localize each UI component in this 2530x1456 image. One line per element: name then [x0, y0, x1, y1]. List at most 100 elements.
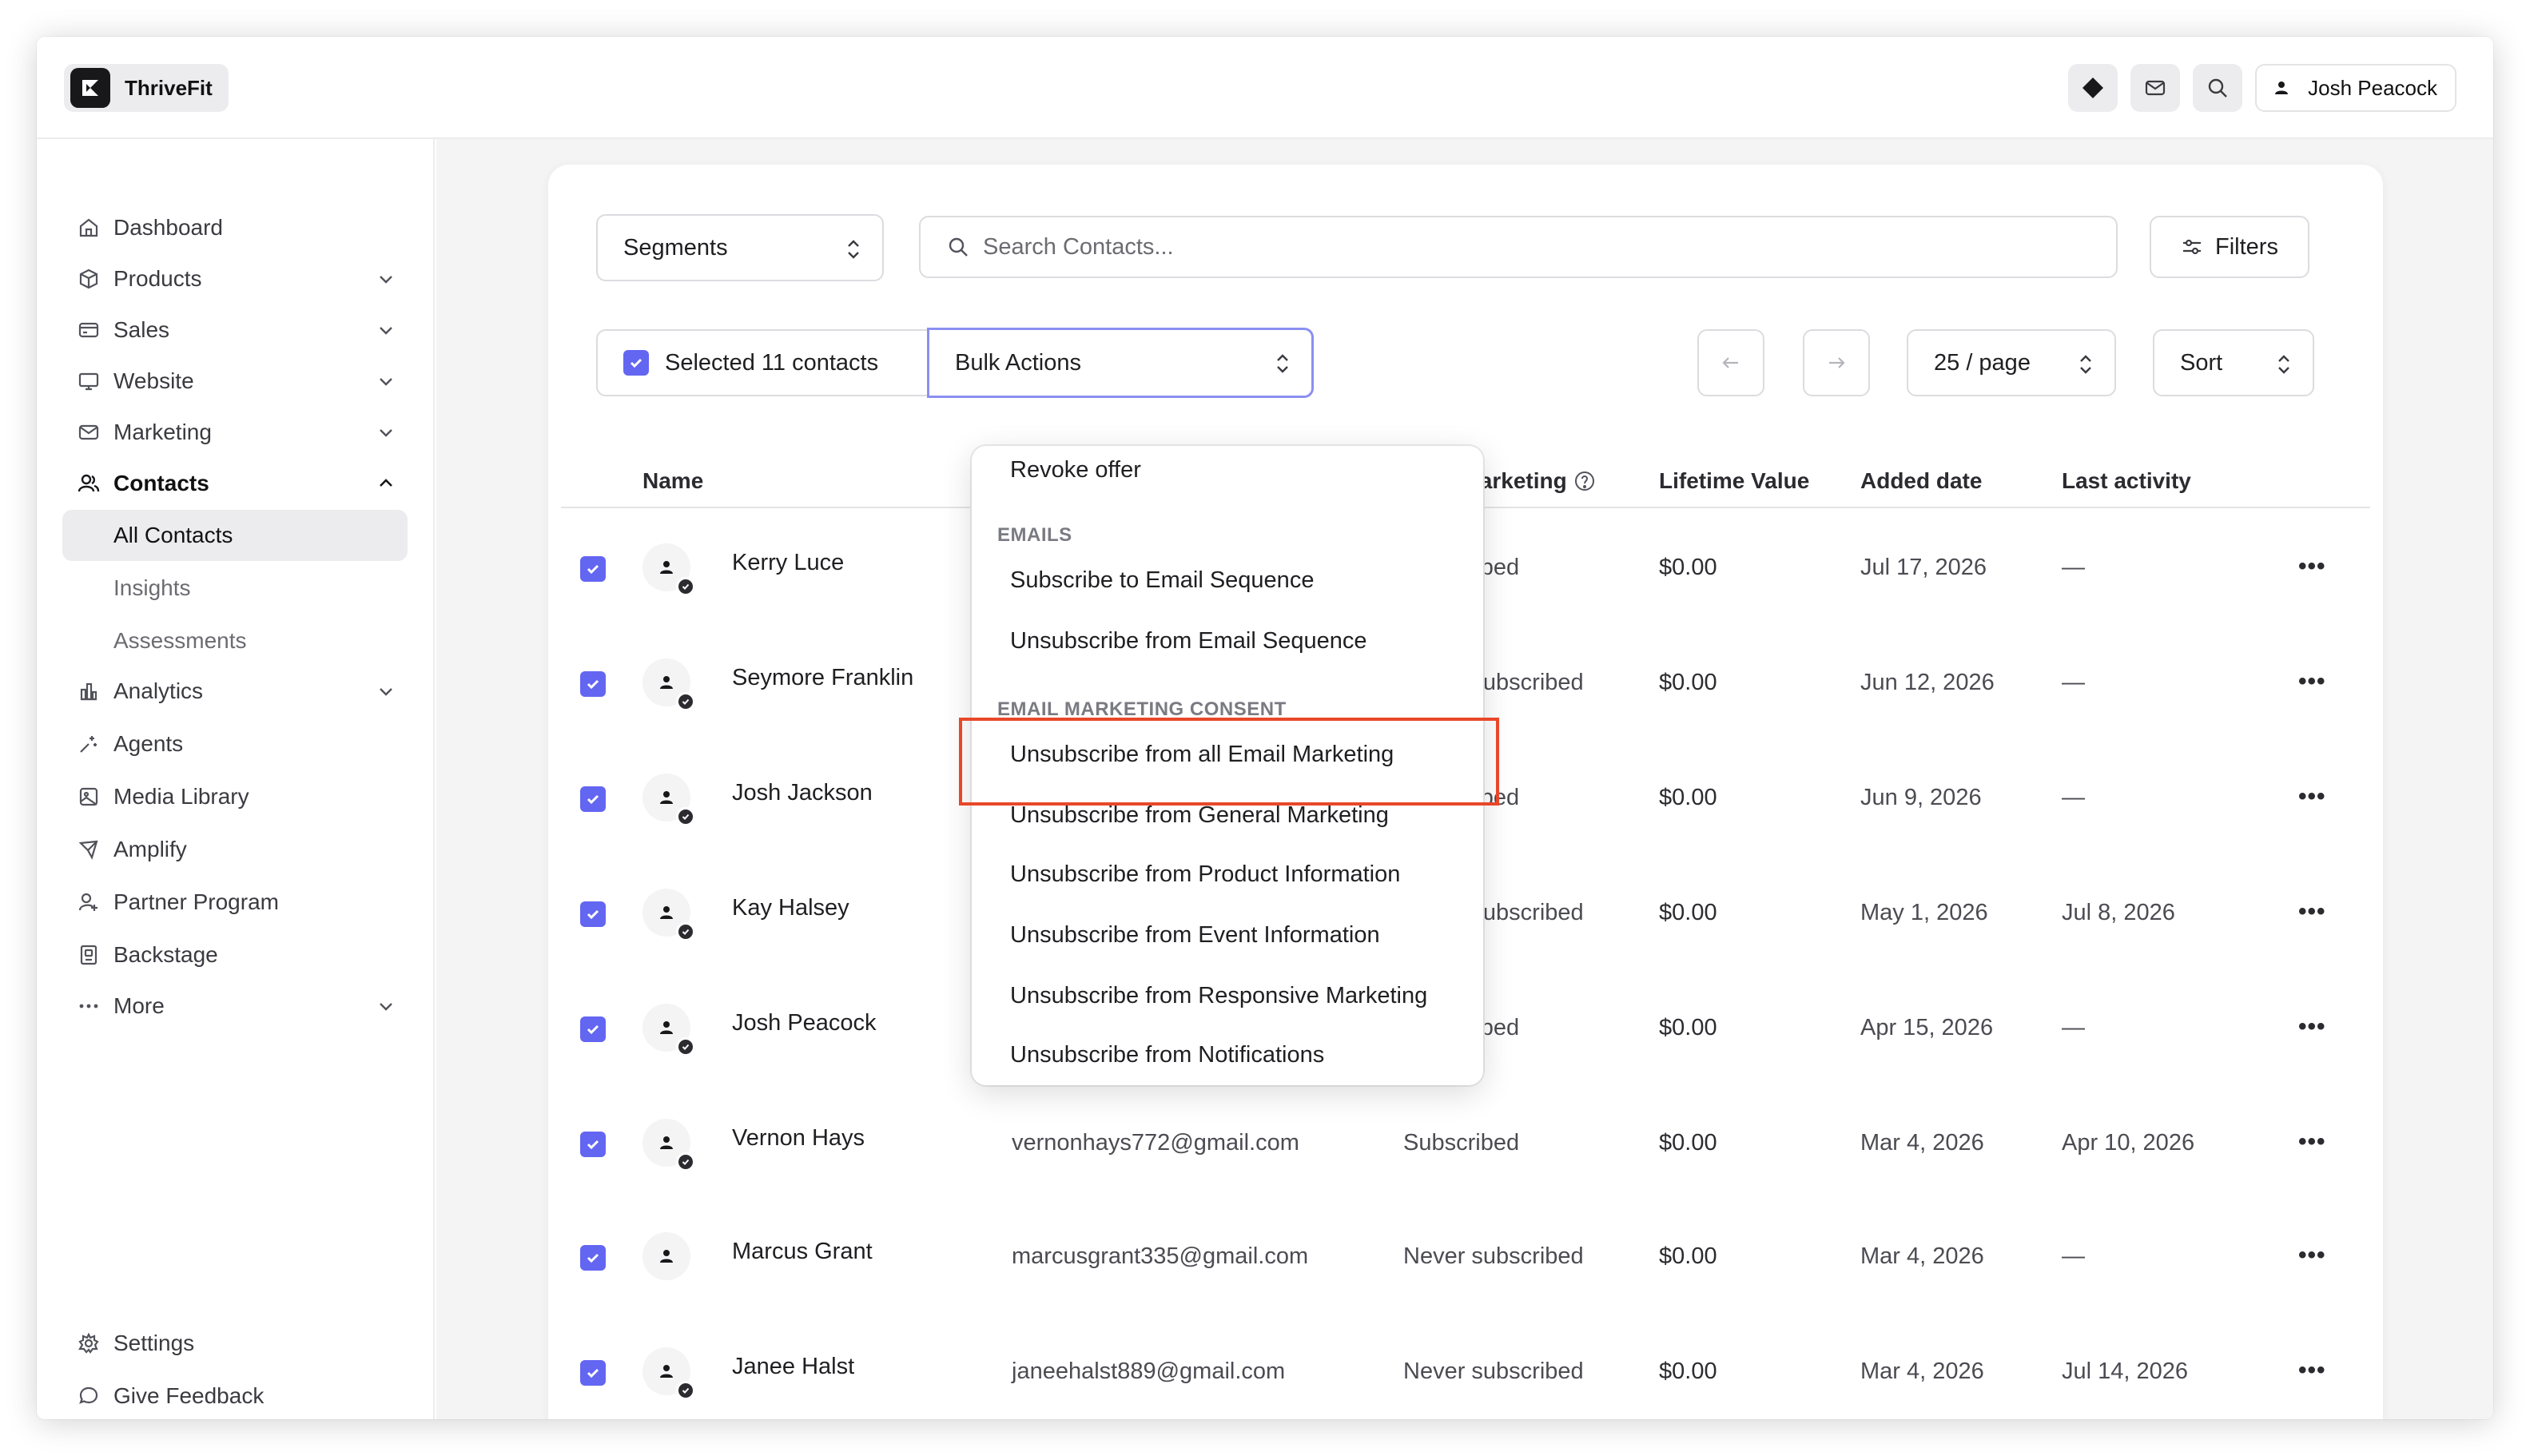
- help-icon[interactable]: [1573, 470, 1596, 492]
- row-more-icon[interactable]: •••: [2298, 1013, 2326, 1040]
- next-page-button[interactable]: [1803, 329, 1870, 396]
- sidebar-item-amplify[interactable]: Amplify: [62, 825, 408, 874]
- sort-select[interactable]: Sort: [2153, 329, 2314, 396]
- row-checkbox[interactable]: [580, 901, 606, 927]
- menu-item[interactable]: Subscribe to Email Sequence: [1010, 567, 1314, 594]
- table-row[interactable]: Marcus Grant marcusgrant335@gmail.com Neve…: [548, 1203, 2383, 1319]
- row-checkbox[interactable]: [580, 556, 606, 582]
- page-size-select[interactable]: 25 / page: [1907, 329, 2116, 396]
- row-checkbox[interactable]: [580, 786, 606, 812]
- contact-lifetime-value: $0.00: [1659, 900, 1717, 925]
- contact-name[interactable]: Janee Halst: [732, 1354, 854, 1380]
- sidebar-item-partner-program[interactable]: Partner Program: [62, 877, 408, 927]
- app-window: ThriveFit Josh Peacock Dashboard Product…: [37, 37, 2493, 1419]
- row-more-icon[interactable]: •••: [2298, 1128, 2326, 1156]
- sidebar-item-insights[interactable]: Insights: [62, 563, 408, 614]
- filters-button[interactable]: Filters: [2150, 216, 2309, 278]
- sidebar-item-products[interactable]: Products: [62, 254, 408, 304]
- sidebar-item-all-contacts[interactable]: All Contacts: [62, 510, 408, 561]
- row-more-icon[interactable]: •••: [2298, 1357, 2326, 1384]
- sliders-icon: [2183, 239, 2201, 255]
- sidebar-item-dashboard[interactable]: Dashboard: [62, 203, 408, 253]
- check-icon: [587, 679, 599, 690]
- sidebar-item-analytics[interactable]: Analytics: [62, 666, 408, 716]
- brand-name: ThriveFit: [125, 75, 213, 100]
- sidebar-item-label: Contacts: [113, 471, 209, 495]
- menu-item[interactable]: Unsubscribe from Product Information: [1010, 861, 1400, 888]
- menu-item[interactable]: Unsubscribe from Notifications: [1010, 1042, 1324, 1068]
- sidebar-item-more[interactable]: More: [62, 981, 408, 1031]
- user-icon: [660, 906, 673, 919]
- workspace-switcher[interactable]: ThriveFit: [64, 64, 229, 112]
- sidebar-item-backstage[interactable]: Backstage: [62, 930, 408, 980]
- search-contacts-field[interactable]: [919, 216, 2118, 278]
- select-all-checkbox[interactable]: [623, 350, 649, 376]
- sidebar-item-assessments[interactable]: Assessments: [62, 615, 408, 666]
- main-content: Segments Filters Selected 11 contacts Bu…: [436, 139, 2493, 1419]
- row-more-icon[interactable]: •••: [2298, 783, 2326, 810]
- chevron-up-icon: [380, 479, 392, 487]
- column-header-last-activity[interactable]: Last activity: [2062, 468, 2191, 494]
- contact-email-status: Never subscribed: [1403, 1359, 1584, 1384]
- contact-added-date: Mar 4, 2026: [1860, 1359, 1984, 1384]
- contact-name[interactable]: Seymore Franklin: [732, 665, 913, 691]
- sidebar-item-label: All Contacts: [113, 523, 233, 547]
- sparkle-icon: [80, 736, 97, 753]
- row-checkbox[interactable]: [580, 671, 606, 697]
- user-menu-button[interactable]: Josh Peacock: [2255, 64, 2456, 112]
- prev-page-button[interactable]: [1697, 329, 1764, 396]
- sidebar-item-media-library[interactable]: Media Library: [62, 772, 408, 821]
- row-more-icon[interactable]: •••: [2298, 553, 2326, 580]
- search-input[interactable]: [983, 233, 2102, 261]
- row-checkbox[interactable]: [580, 1245, 606, 1271]
- users-icon: [78, 474, 100, 492]
- mail-icon: [2146, 80, 2166, 96]
- menu-item[interactable]: Revoke offer: [1010, 457, 1141, 483]
- contact-name[interactable]: Kerry Luce: [732, 550, 844, 576]
- chevron-down-icon: [380, 429, 392, 437]
- sidebar-item-label: Media Library: [113, 784, 249, 809]
- menu-item[interactable]: Unsubscribe from Responsive Marketing: [1010, 983, 1427, 1009]
- sidebar-item-website[interactable]: Website: [62, 356, 408, 406]
- sidebar-item-contacts[interactable]: Contacts: [62, 459, 408, 508]
- menu-item[interactable]: Unsubscribe from Email Sequence: [1010, 628, 1366, 654]
- verified-badge-icon: [676, 1152, 695, 1172]
- menu-item[interactable]: Unsubscribe from General Marketing: [1010, 802, 1389, 829]
- contact-name[interactable]: Marcus Grant: [732, 1239, 873, 1265]
- search-button[interactable]: [2193, 64, 2243, 112]
- table-row[interactable]: Janee Halst janeehalst889@gmail.com Never …: [548, 1319, 2383, 1419]
- column-header-added-date[interactable]: Added date: [1860, 468, 1982, 494]
- sidebar-item-label: Amplify: [113, 837, 187, 861]
- sidebar-item-agents[interactable]: Agents: [62, 719, 408, 769]
- segments-select[interactable]: Segments: [596, 214, 884, 281]
- row-checkbox[interactable]: [580, 1360, 606, 1386]
- sidebar-item-sales[interactable]: Sales: [62, 305, 408, 355]
- contact-name[interactable]: Josh Jackson: [732, 780, 873, 806]
- select-all-control[interactable]: Selected 11 contacts: [596, 329, 932, 396]
- contact-name[interactable]: Josh Peacock: [732, 1010, 877, 1036]
- menu-item[interactable]: Unsubscribe from Event Information: [1010, 922, 1380, 949]
- column-header-name[interactable]: Name: [642, 468, 703, 494]
- row-more-icon[interactable]: •••: [2298, 1242, 2326, 1269]
- bulk-actions-select[interactable]: Bulk Actions: [927, 328, 1314, 398]
- contact-added-date: Apr 15, 2026: [1860, 1015, 1994, 1040]
- sidebar-item-give-feedback[interactable]: Give Feedback: [62, 1371, 408, 1419]
- contact-name[interactable]: Kay Halsey: [732, 895, 849, 921]
- column-header-lifetime-value[interactable]: Lifetime Value: [1659, 468, 1809, 494]
- menu-item[interactable]: Unsubscribe from all Email Marketing: [1010, 742, 1394, 768]
- card-icon: [78, 322, 99, 338]
- row-checkbox[interactable]: [580, 1016, 606, 1042]
- upgrade-button[interactable]: [2068, 64, 2118, 112]
- sidebar-item-settings[interactable]: Settings: [62, 1319, 408, 1368]
- row-more-icon[interactable]: •••: [2298, 898, 2326, 925]
- inbox-button[interactable]: [2130, 64, 2181, 112]
- chevron-down-icon: [380, 378, 392, 386]
- updown-chevron-icon: [1277, 354, 1288, 373]
- send-icon: [78, 840, 98, 860]
- row-more-icon[interactable]: •••: [2298, 668, 2326, 695]
- user-icon: [2275, 82, 2289, 94]
- table-row[interactable]: Vernon Hays vernonhays772@gmail.com Subscr…: [548, 1090, 2383, 1205]
- contact-name[interactable]: Vernon Hays: [732, 1125, 865, 1152]
- row-checkbox[interactable]: [580, 1132, 606, 1157]
- sidebar-item-marketing[interactable]: Marketing: [62, 408, 408, 457]
